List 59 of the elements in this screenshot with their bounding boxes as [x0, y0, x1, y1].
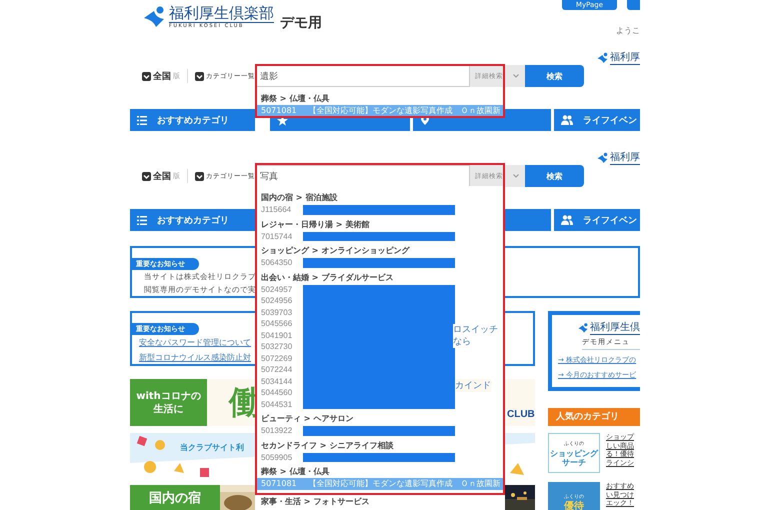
search-field[interactable]: 遺影	[255, 65, 470, 87]
suggestion-heading: ビューティ > ヘアサロン	[260, 413, 354, 425]
logo-text: 福利厚生倶	[590, 320, 640, 335]
dropdown-icon	[142, 172, 151, 180]
suggestion-heading: 国内の宿 > 宿泊施設	[260, 192, 338, 204]
nav-tab[interactable]: おすすめカテゴリ	[130, 209, 255, 231]
chevron-icon	[513, 74, 519, 78]
search-button[interactable]: 検索	[525, 165, 584, 187]
logo-icon	[597, 150, 609, 164]
suggestion-code[interactable]: 5072244	[261, 364, 303, 376]
suggestion-code[interactable]: 5024956	[261, 295, 303, 306]
logo-text: 福利厚	[610, 50, 640, 65]
search-field[interactable]: 写真	[255, 165, 470, 187]
suggestion-code[interactable]: 5072269	[261, 352, 303, 364]
suggestion-code[interactable]: 5039703	[261, 306, 303, 318]
dropdown-icon	[195, 72, 204, 80]
suggestion-code[interactable]: 5032730	[261, 341, 303, 352]
search-button[interactable]: 検索	[525, 65, 584, 87]
suggestion-code[interactable]: 5024957	[261, 284, 303, 295]
greeting-text: ようこ	[616, 25, 640, 36]
suggestion-heading: ショッピング > オンラインショッピング	[260, 245, 410, 257]
logo-text: 福利厚生倶楽部	[169, 5, 274, 23]
section-header: 人気のカテゴリ	[548, 408, 640, 426]
suggestion-code[interactable]: 7015744	[261, 230, 303, 242]
suggestion-code[interactable]: 5044560	[261, 387, 303, 398]
suggestion-item[interactable]: 5071081 【全国対応可能】モダンな遺影写真作成 Ｏｎ故園新	[255, 105, 505, 116]
suggestion-heading: レジャー・日帰り湯 > 美術館	[260, 218, 370, 230]
suggestion-heading: セカンドライフ > シニアライフ相談	[260, 440, 394, 452]
logo-icon	[597, 50, 609, 64]
suggestion-heading: 葬祭 > 仏壇・仏具	[260, 93, 330, 105]
promo-banner[interactable]: 国内の宿	[130, 485, 220, 510]
logo-icon	[578, 322, 589, 334]
suggestion-code[interactable]: J115664	[261, 204, 303, 216]
chevron-icon	[513, 174, 519, 178]
promo-banner[interactable]: withコロナの 生活に	[130, 379, 207, 426]
dropdown-icon	[195, 172, 204, 180]
logo-text: 福利厚	[610, 150, 640, 165]
notice-link[interactable]: ロスイッチ	[453, 324, 498, 336]
people-icon	[561, 215, 573, 225]
dropdown-icon	[142, 72, 151, 80]
suggestion-code[interactable]: 5045566	[261, 318, 303, 330]
logo-icon	[143, 5, 167, 29]
suggestion-code[interactable]: 5044531	[261, 398, 303, 410]
suggestion-item[interactable]: 5071081 【全国対応可能】モダンな遺影写真作成 Ｏｎ故園新	[255, 478, 505, 490]
edition-label: デモ用	[280, 14, 322, 32]
suggestion-heading: 家事・生活 > フォトサービス	[260, 496, 370, 508]
nav-tab[interactable]: ライフイベン	[554, 209, 640, 231]
suggestion-code[interactable]: 5059905	[261, 452, 303, 463]
suggestion-code[interactable]: 5041901	[261, 330, 303, 341]
people-icon	[561, 115, 573, 125]
list-icon	[137, 116, 147, 124]
suggestion-heading: 出会い・結婚 > ブライダルサービス	[260, 272, 394, 284]
nav-tab[interactable]: おすすめカテゴリ	[130, 109, 255, 131]
nav-tab[interactable]: ライフイベン	[554, 109, 640, 131]
suggestion-code[interactable]: 5064350	[261, 257, 303, 268]
suggestion-code[interactable]: 5013922	[261, 425, 303, 436]
suggestion-heading: 葬祭 > 仏壇・仏具	[260, 466, 330, 478]
suggestion-code[interactable]: 5034144	[261, 376, 303, 387]
list-icon	[137, 216, 147, 224]
